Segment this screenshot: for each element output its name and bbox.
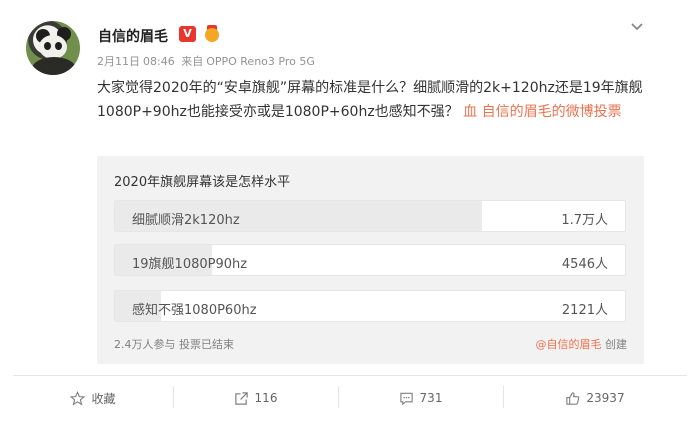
verified-badge-icon: V [179, 26, 196, 42]
comment-count: 731 [419, 391, 443, 405]
avatar[interactable] [26, 21, 80, 75]
vote-title: 2020年旗舰屏幕该是怎样水平 [114, 175, 291, 190]
avatar-body [32, 57, 76, 75]
vote-card: 2020年旗舰屏幕该是怎样水平 细腻顺滑2k120hz 1.7万人 19旗舰10… [97, 156, 644, 364]
like-count: 23937 [586, 391, 625, 405]
comment-button[interactable]: 731 [338, 376, 503, 420]
comment-icon [399, 392, 413, 405]
share-count: 116 [254, 391, 278, 405]
avatar-eye [55, 42, 62, 50]
avatar-eye [44, 42, 51, 50]
favorite-label: 收藏 [91, 391, 116, 406]
favorite-button[interactable]: 收藏 [13, 376, 173, 420]
author-name[interactable]: 自信的眉毛 [98, 26, 168, 46]
share-icon [234, 391, 248, 405]
vote-option-count: 1.7万人 [561, 213, 608, 228]
vote-option[interactable]: 19旗舰1080P90hz 4546人 [114, 244, 626, 276]
action-bar: 收藏 116 731 23937 [13, 376, 687, 420]
chevron-down-icon[interactable] [629, 19, 645, 35]
like-button[interactable]: 23937 [503, 376, 687, 420]
vote-link[interactable]: 血 自信的眉毛的微博投票 [463, 104, 621, 120]
vote-option-count: 2121人 [561, 303, 608, 318]
vote-option-label: 细腻顺滑2k120hz [132, 213, 240, 228]
vote-option-label: 感知不强1080P60hz [132, 303, 257, 318]
vote-option-label: 19旗舰1080P90hz [132, 257, 248, 272]
star-icon [70, 390, 86, 405]
post-date[interactable]: 2月11日 [97, 55, 140, 68]
post-meta: 2月11日 08:46 来自 OPPO Reno3 Pro 5G [97, 53, 318, 69]
vote-option[interactable]: 感知不强1080P60hz 2121人 [114, 290, 626, 322]
share-button[interactable]: 116 [173, 376, 338, 420]
vote-creator-link[interactable]: @自信的眉毛 [536, 338, 602, 351]
thumbs-up-icon [566, 391, 580, 405]
source-prefix: 来自 [181, 55, 204, 68]
source-device: OPPO Reno3 Pro 5G [206, 55, 315, 68]
vote-option[interactable]: 细腻顺滑2k120hz 1.7万人 [114, 200, 626, 232]
post-time[interactable]: 08:46 [143, 55, 175, 68]
vote-creator-suffix: 创建 [605, 338, 627, 351]
vote-footer: 2.4万人参与 投票已结束 [114, 338, 234, 351]
vote-creator: @自信的眉毛 创建 [536, 336, 628, 352]
post-text: 大家觉得2020年的“安卓旗舰”屏幕的标准是什么？细腻顺滑的2k+120hz还是… [97, 76, 645, 124]
vote-option-count: 4546人 [561, 257, 608, 272]
medal-icon [203, 25, 221, 42]
